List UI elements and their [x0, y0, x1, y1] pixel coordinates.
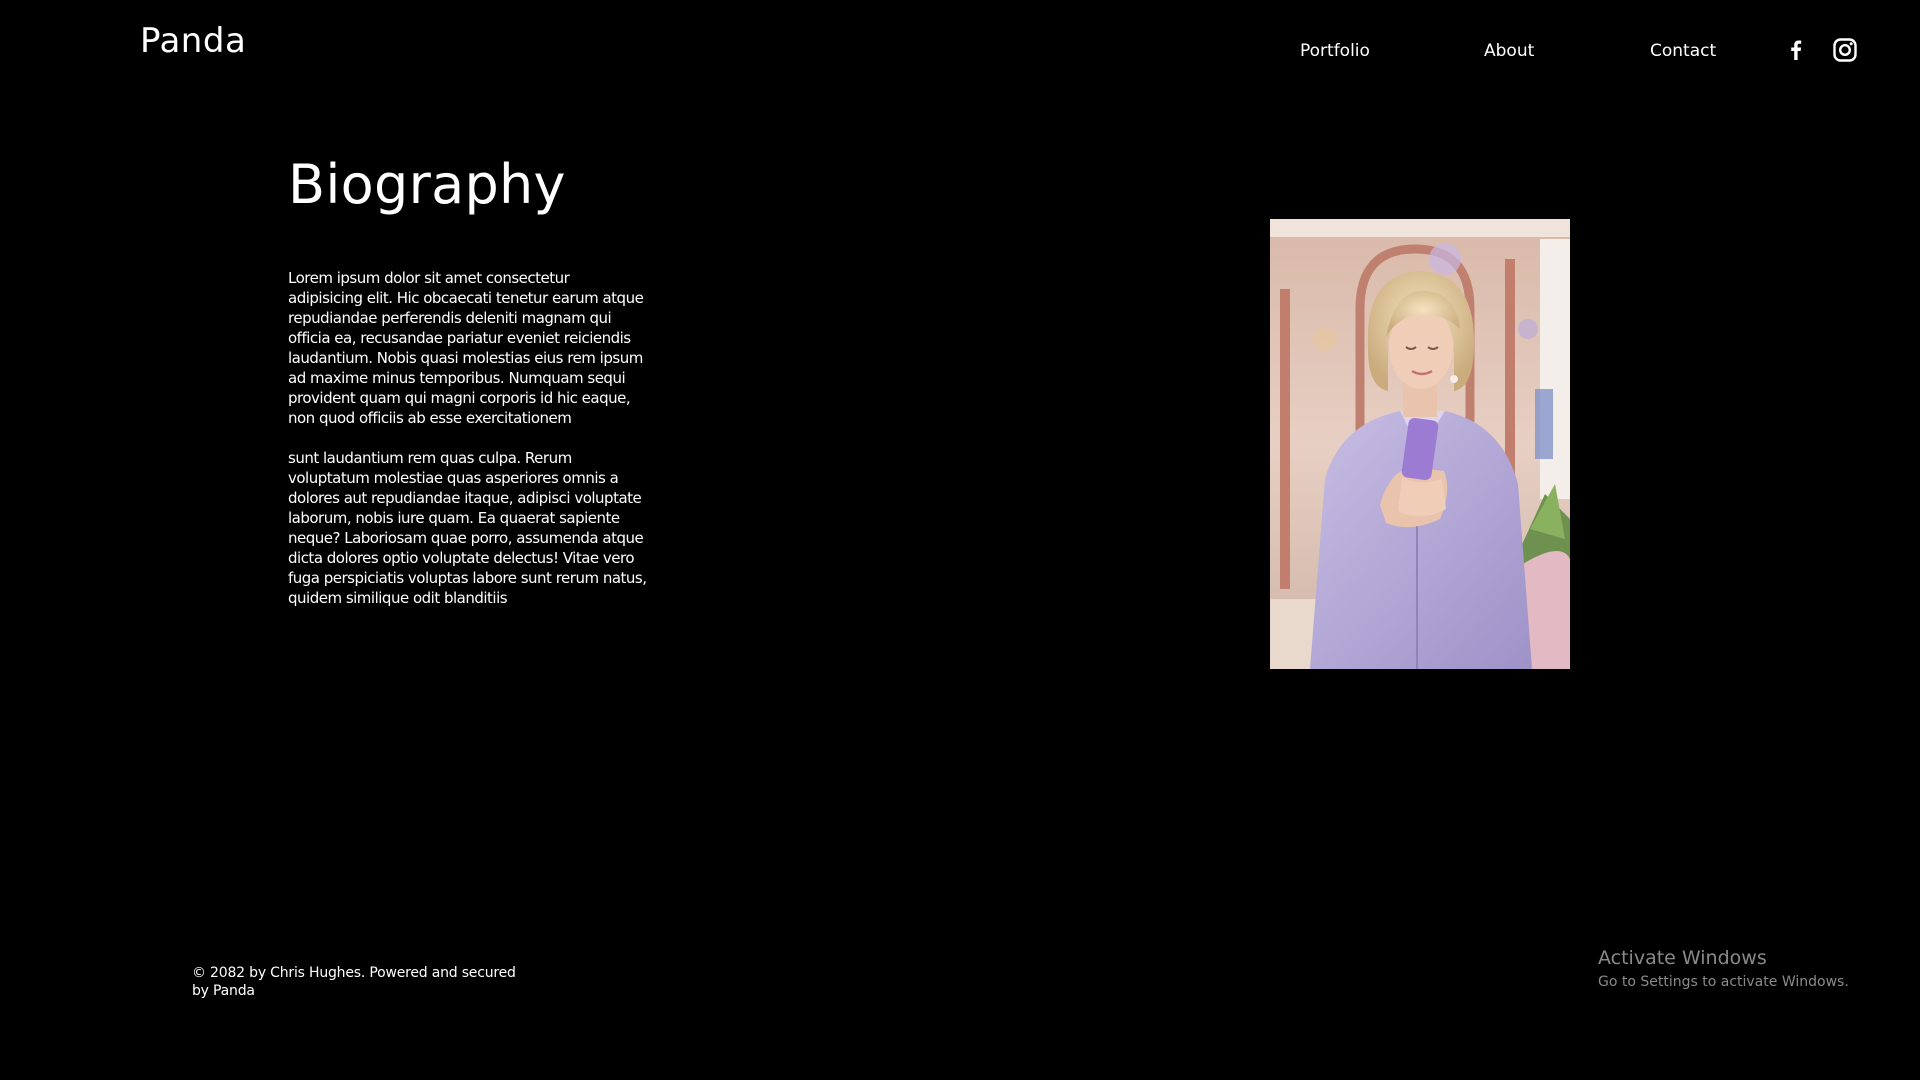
nav-link-portfolio[interactable]: Portfolio: [1300, 38, 1370, 64]
bio-paragraph: sunt laudantium rem quas culpa. Rerum vo…: [288, 449, 647, 607]
biography-text: Lorem ipsum dolor sit amet consectetur a…: [288, 268, 648, 628]
footer-copyright: © 2082 by Chris Hughes. Powered and secu…: [192, 965, 516, 999]
activate-windows-watermark: Activate Windows Go to Settings to activ…: [1598, 946, 1849, 991]
watermark-subtitle: Go to Settings to activate Windows.: [1598, 974, 1849, 990]
portrait-photo: [1270, 219, 1570, 669]
nav-link-contact[interactable]: Contact: [1650, 38, 1716, 64]
watermark-title: Activate Windows: [1598, 947, 1767, 969]
nav-link-about[interactable]: About: [1484, 38, 1534, 64]
bio-paragraph: Lorem ipsum dolor sit amet consectetur a…: [288, 269, 644, 427]
instagram-icon[interactable]: [1831, 36, 1859, 64]
page-title: Biography: [288, 153, 566, 216]
main-nav: Portfolio About Contact: [0, 38, 1920, 64]
facebook-icon[interactable]: [1782, 36, 1810, 64]
